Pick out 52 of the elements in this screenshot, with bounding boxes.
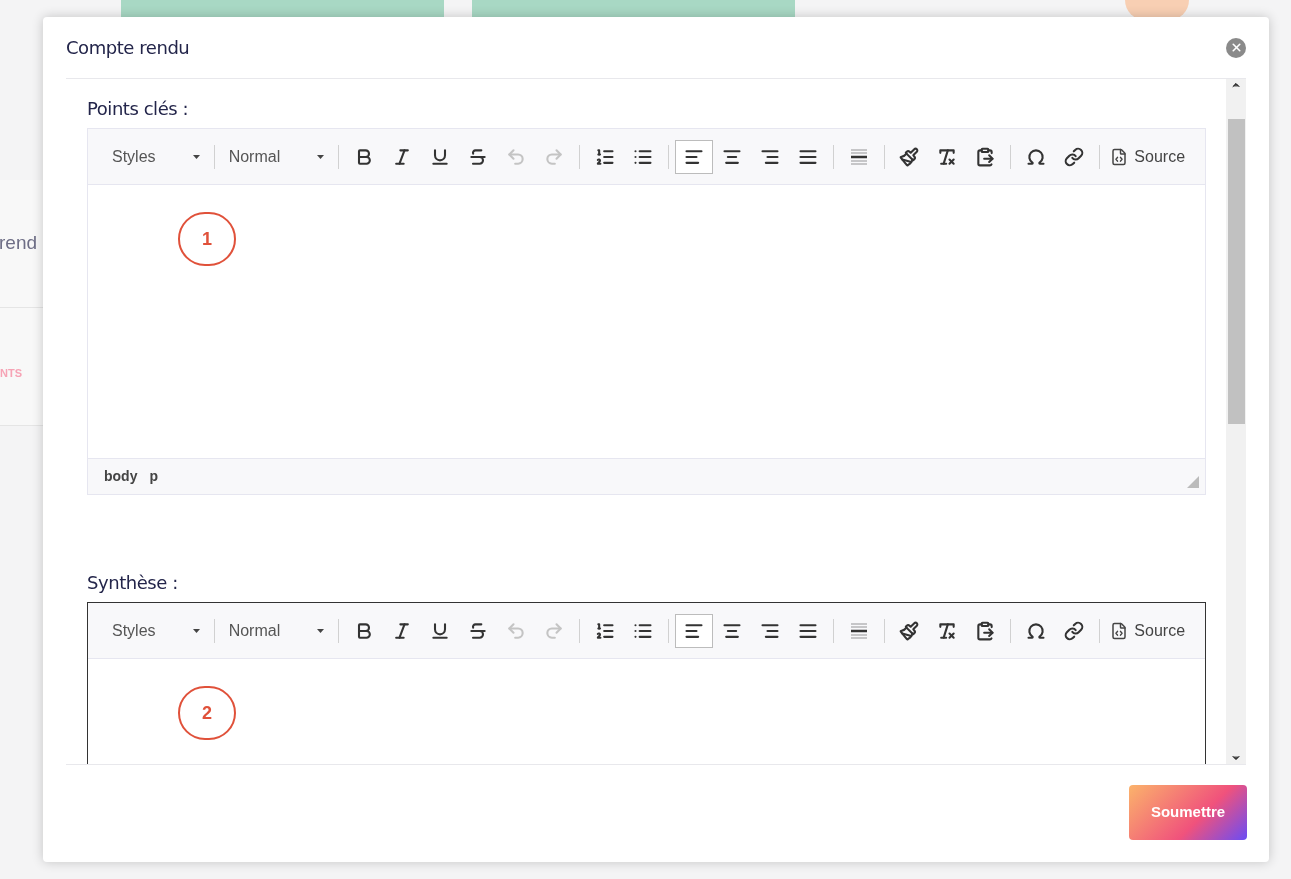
element-path-item[interactable]: body <box>104 466 138 487</box>
numbered-list-icon <box>594 620 615 641</box>
omega-icon <box>1026 620 1047 641</box>
resize-handle-icon[interactable] <box>1187 476 1199 488</box>
clear-formatting-icon <box>937 620 958 641</box>
format-dropdown[interactable]: Normal <box>220 144 332 169</box>
horizontal-rule-icon <box>848 146 869 167</box>
caret-icon <box>316 628 324 633</box>
toolbar-button[interactable] <box>674 139 713 174</box>
caret-icon <box>192 154 200 159</box>
paintbrush-icon <box>899 620 920 641</box>
field-label: Points clés : <box>87 97 190 121</box>
rich-text-editor[interactable]: Styles Normal Source 1 body p <box>87 128 1206 495</box>
file-code-icon <box>1110 621 1129 640</box>
scrollbar[interactable] <box>1226 79 1246 764</box>
close-button[interactable] <box>1226 37 1246 58</box>
section-label: NTS <box>0 367 22 379</box>
format-dropdown[interactable]: Normal <box>220 618 332 643</box>
styles-dropdown[interactable]: Styles <box>104 144 208 169</box>
source-button[interactable]: Source <box>1106 618 1190 643</box>
field-label: Synthèse : <box>87 571 179 595</box>
dialog-title: Compte rendu <box>66 36 190 60</box>
avatar <box>1125 0 1189 20</box>
rich-text-editor[interactable]: Styles Normal Source 2 <box>87 602 1206 764</box>
clipboard-icon <box>975 146 996 167</box>
tab-label[interactable]: rend <box>0 229 38 258</box>
paintbrush-icon <box>899 146 920 167</box>
close-icon <box>1229 41 1243 54</box>
omega-icon <box>1026 146 1047 167</box>
strikethrough-icon <box>467 146 488 167</box>
clipboard-icon <box>975 620 996 641</box>
strikethrough-icon <box>467 620 488 641</box>
source-button[interactable]: Source <box>1106 144 1190 169</box>
clear-formatting-icon <box>937 146 958 167</box>
caret-icon <box>192 628 200 633</box>
caret-icon <box>316 154 324 159</box>
underline-icon <box>429 620 450 641</box>
annotation-marker: 1 <box>178 212 236 266</box>
styles-dropdown[interactable]: Styles <box>104 618 208 643</box>
annotation-marker: 2 <box>178 686 236 740</box>
element-path-item[interactable]: p <box>149 466 158 487</box>
underline-icon <box>429 146 450 167</box>
file-code-icon <box>1110 147 1129 166</box>
link-icon <box>1064 146 1085 167</box>
toolbar-button[interactable] <box>674 613 713 648</box>
redo-icon <box>543 620 564 641</box>
redo-icon <box>543 146 564 167</box>
link-icon <box>1064 620 1085 641</box>
horizontal-rule-icon <box>848 620 869 641</box>
undo-icon <box>505 620 526 641</box>
numbered-list-icon <box>594 146 615 167</box>
undo-icon <box>505 146 526 167</box>
